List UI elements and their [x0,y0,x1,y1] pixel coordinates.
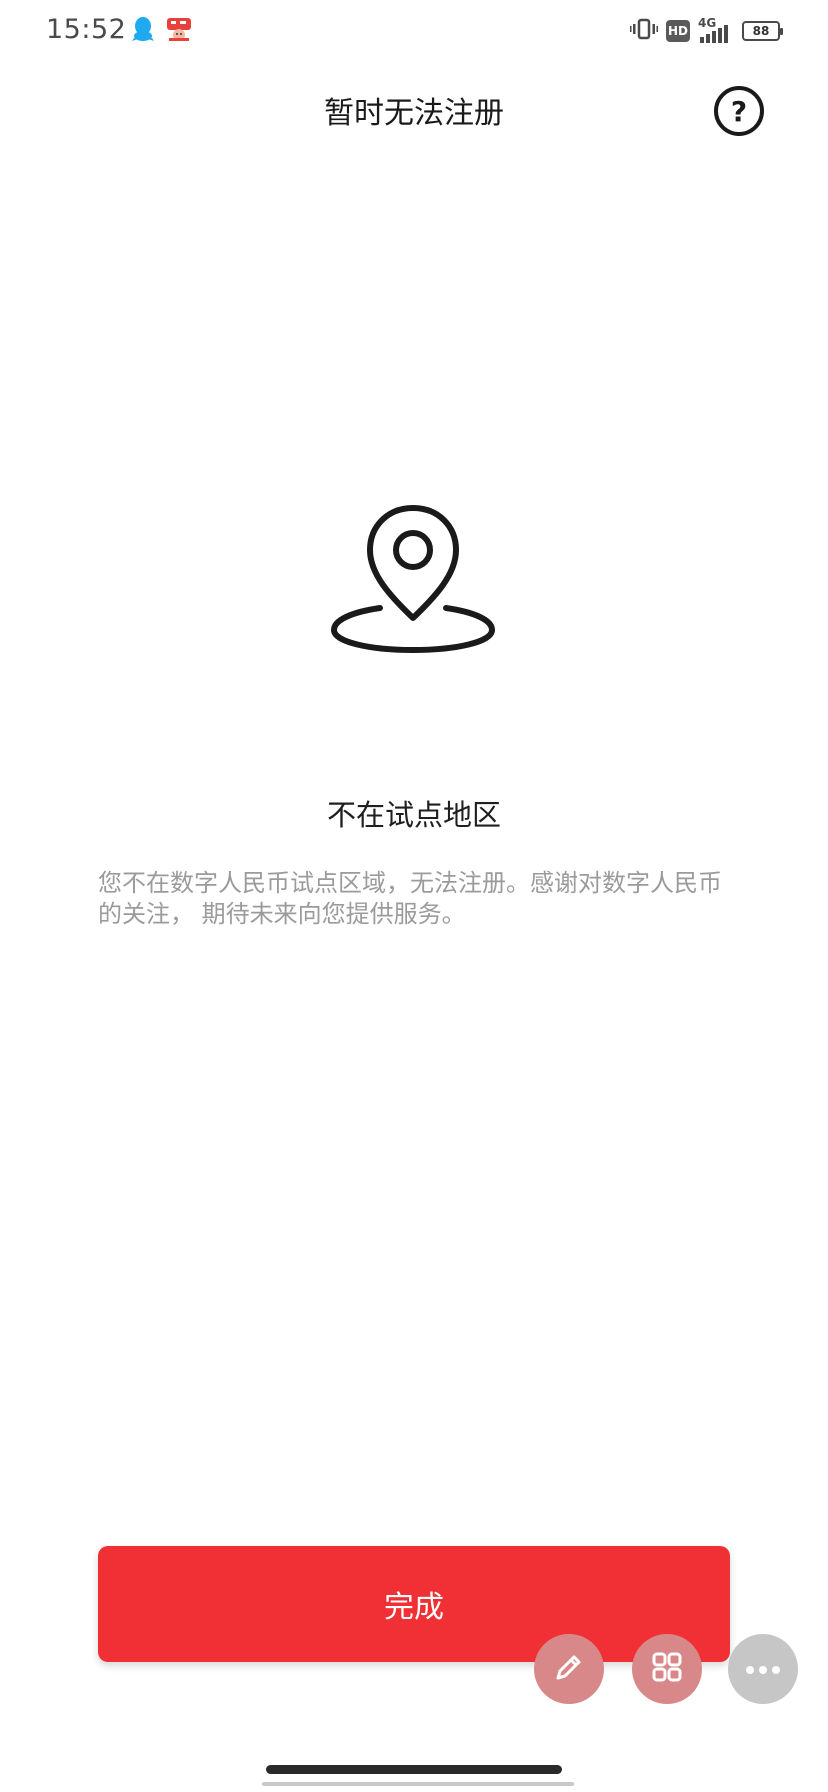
main-title: 不在试点地区 [326,798,501,832]
status-bar: 15:52 HD 4G 88 [0,0,828,64]
home-indicator-shadow [262,1782,574,1786]
edit-button[interactable] [534,1634,604,1704]
grid-icon [650,1650,684,1688]
question-mark-icon: ? [730,94,748,128]
status-time: 15:52 [46,14,127,45]
signal-icon: 4G [698,16,734,43]
home-indicator[interactable] [266,1765,562,1774]
more-button[interactable] [728,1634,798,1704]
status-right-icons: HD 4G 88 [630,16,783,44]
page-title: 暂时无法注册 [324,96,504,131]
status-left-icons [132,16,192,46]
location-pin-icon [330,500,496,656]
grid-button[interactable] [632,1634,702,1704]
help-button[interactable]: ? [714,86,764,136]
battery-level: 88 [752,24,770,38]
edit-icon [552,1650,586,1688]
qq-icon [132,16,154,46]
hd-icon: HD [666,20,690,42]
main-description: 您不在数字人民币试点区域，无法注册。感谢对数字人民币的关注， 期待未来向您提供服… [98,869,722,928]
more-icon [745,1660,781,1679]
battery-icon: 88 [742,21,783,41]
app-notification-icon [166,16,192,46]
done-button[interactable]: 完成 [98,1546,730,1662]
vibrate-icon [630,18,658,44]
header: 暂时无法注册 ? [0,70,828,150]
